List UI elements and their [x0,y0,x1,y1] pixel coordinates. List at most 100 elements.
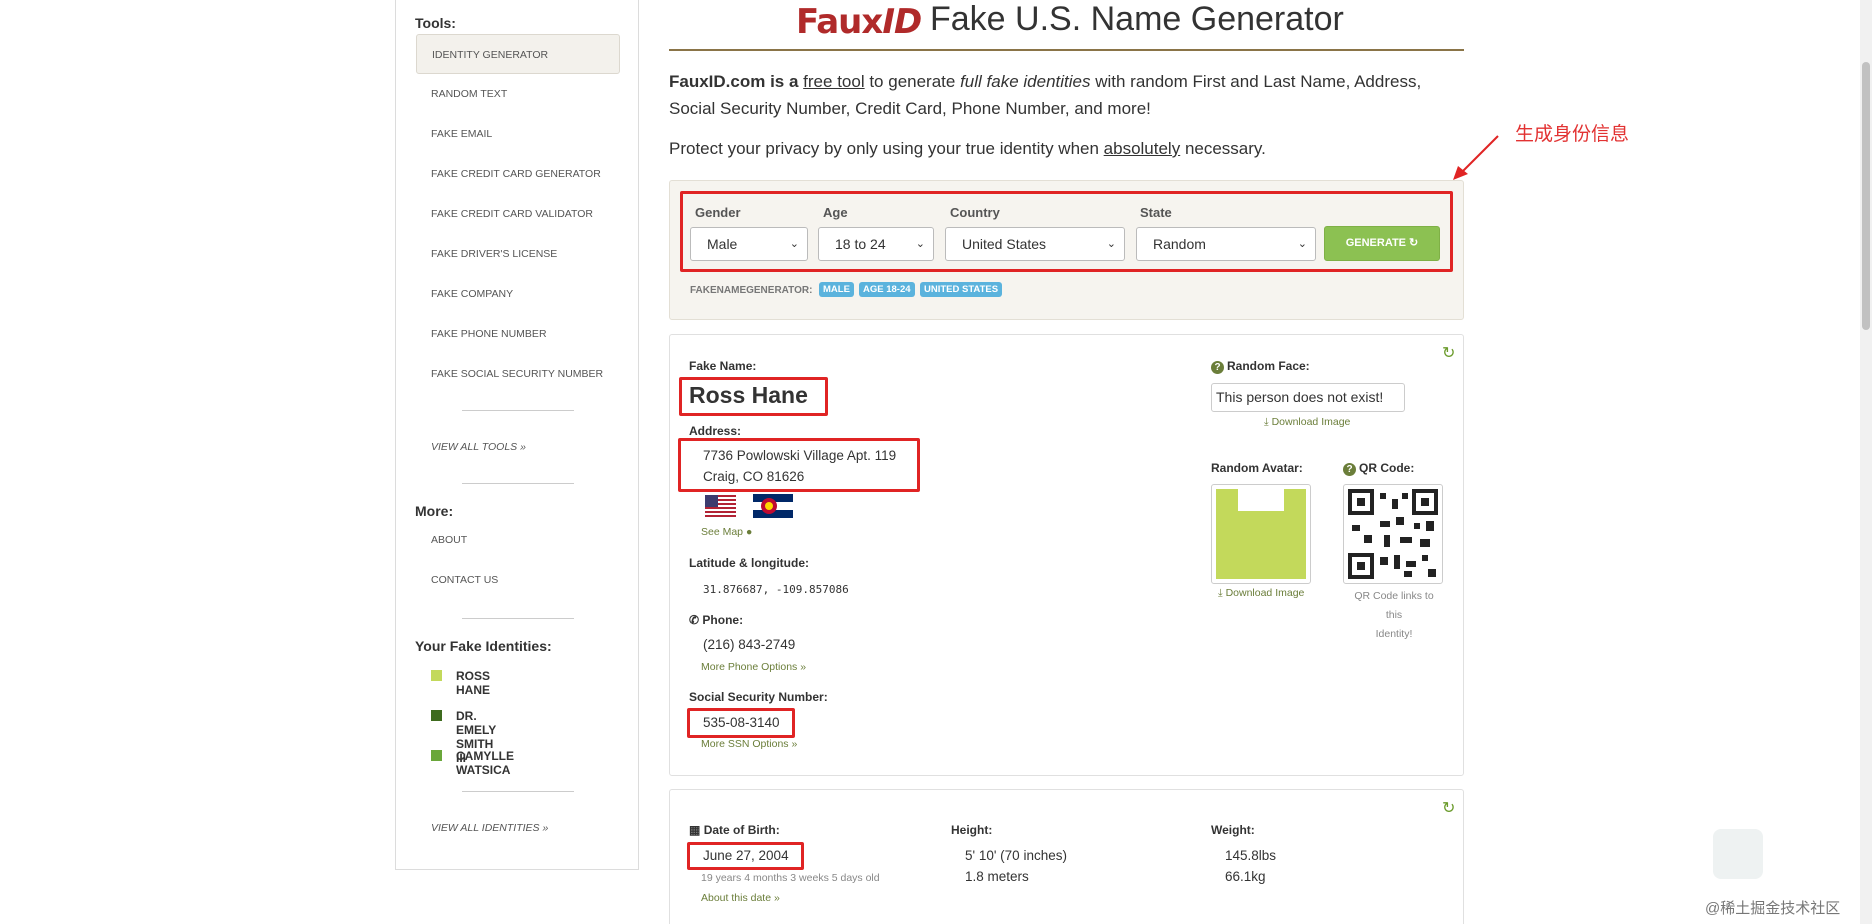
tools-heading: Tools: [415,15,456,31]
chevron-down-icon: ⌄ [1106,238,1116,250]
identities-heading: Your Fake Identities: [415,638,552,654]
country-label: Country [950,205,1000,220]
age-detail: 19 years 4 months 3 weeks 5 days old [701,872,880,884]
state-label: State [1140,205,1172,220]
fauxid-logo[interactable]: FauxID [796,2,922,42]
question-icon: ? [1211,361,1224,374]
divider [462,618,574,619]
chevron-down-icon: ⌄ [915,238,925,250]
address-line-2: Craig, CO 81626 [703,469,805,484]
map-marker-icon: ● [745,526,753,538]
random-face-image: This person does not exist! [1211,383,1405,412]
height-label: Height: [951,823,993,837]
qr-code-label: ? QR Code: [1343,461,1414,476]
calendar-icon: ▦ [689,823,701,837]
divider [462,483,574,484]
qr-code-image [1343,484,1443,584]
about-date-link[interactable]: About this date » [701,892,780,904]
see-map-link[interactable]: See Map ● [701,526,752,538]
view-all-tools-link[interactable]: VIEW ALL TOOLS » [431,441,526,453]
sidebar-item-about[interactable]: ABOUT [416,520,620,560]
generate-button[interactable]: GENERATE ↻ [1324,226,1440,261]
sidebar-item-random-text[interactable]: RANDOM TEXT [416,74,620,114]
sidebar-item-fake-company[interactable]: FAKE COMPANY [416,274,620,314]
height-meters: 1.8 meters [965,869,1029,884]
badge-country: UNITED STATES [920,282,1003,297]
identity-color-swatch [431,670,442,681]
sidebar-item-fake-credit-card-validator[interactable]: FAKE CREDIT CARD VALIDATOR [416,194,620,234]
state-select[interactable]: Random ⌄ [1136,227,1316,261]
fng-label: FAKENAMEGENERATOR: [690,285,813,296]
sidebar-item-identity-generator[interactable]: IDENTITY GENERATOR [416,34,620,74]
sidebar-item-fake-phone-number[interactable]: FAKE PHONE NUMBER [416,314,620,354]
divider [462,410,574,411]
view-all-identities-link[interactable]: VIEW ALL IDENTITIES » [431,822,548,834]
scrollbar-thumb[interactable] [1862,62,1870,330]
details-card: ↻ ▦ Date of Birth: June 27, 2004 19 year… [669,789,1464,924]
refresh-icon[interactable]: ↻ [1442,798,1455,818]
download-icon: ⤓ [1218,587,1223,599]
more-heading: More: [415,503,454,519]
download-face-link[interactable]: ⤓ Download Image [1264,416,1350,429]
fake-name-label: Fake Name: [689,359,757,373]
address-line-1: 7736 Powlowski Village Apt. 119 [703,448,897,463]
sidebar-item-contact-us[interactable]: CONTACT US [416,560,620,600]
phone-icon: ✆ [689,613,700,627]
identity-label: CAMYLLE WATSICA [456,749,514,777]
badge-gender: MALE [819,282,854,297]
colorado-flag-icon [753,494,793,518]
random-avatar-label: Random Avatar: [1211,461,1303,475]
height-feet: 5' 10' (70 inches) [965,848,1067,863]
badge-age: AGE 18-24 [859,282,915,297]
absolutely-link[interactable]: absolutely [1104,139,1181,158]
latlng-value: 31.876687, -109.857086 [703,583,849,596]
watermark-text: @稀土掘金技术社区 [1705,900,1841,917]
chevron-down-icon: ⌄ [1297,238,1307,250]
ssn-label: Social Security Number: [689,690,828,704]
latlng-label: Latitude & longitude: [689,556,809,570]
sidebar: Tools: IDENTITY GENERATOR RANDOM TEXT FA… [395,0,639,870]
divider [462,791,574,792]
avatar-image [1211,484,1311,584]
weight-kg: 66.1kg [1225,869,1266,884]
annotation-arrow-icon [1453,135,1499,180]
us-flag-icon [705,495,736,517]
intro-paragraph: FauxID.com is a free tool to generate fu… [669,72,1422,118]
download-avatar-link[interactable]: ⤓ Download Image [1218,587,1304,600]
sidebar-item-fake-credit-card-generator[interactable]: FAKE CREDIT CARD GENERATOR [416,154,620,194]
free-tool-link[interactable]: free tool [803,72,864,91]
fake-name: Ross Hane [689,382,808,408]
more-phone-link[interactable]: More Phone Options » [701,661,806,673]
gender-select[interactable]: Male ⌄ [690,227,808,261]
download-icon: ⤓ [1264,416,1269,428]
identity-color-swatch [431,710,442,721]
weight-label: Weight: [1211,823,1255,837]
sidebar-item-fake-ssn[interactable]: FAKE SOCIAL SECURITY NUMBER [416,354,620,394]
age-select[interactable]: 18 to 24 ⌄ [818,227,934,261]
country-select[interactable]: United States ⌄ [945,227,1125,261]
qr-code-note: QR Code links to this Identity! [1354,590,1434,640]
gender-label: Gender [695,205,741,220]
weight-lbs: 145.8lbs [1225,848,1277,863]
identity-card: ↻ Fake Name: Ross Hane Address: 7736 Pow… [669,334,1464,776]
question-icon: ? [1343,463,1356,476]
dob-value: June 27, 2004 [703,848,789,863]
scrollbar[interactable] [1860,0,1872,924]
privacy-paragraph: Protect your privacy by only using your … [669,139,1266,158]
more-ssn-link[interactable]: More SSN Options » [701,738,797,750]
age-label: Age [823,205,848,220]
watermark-logo-icon [1713,829,1763,879]
sidebar-item-fake-drivers-license[interactable]: FAKE DRIVER'S LICENSE [416,234,620,274]
phone-value: (216) 843-2749 [703,637,796,652]
header-rule [669,49,1464,51]
page-title: Fake U.S. Name Generator [930,0,1344,38]
address-label: Address: [689,424,742,438]
identity-label: ROSS HANE [456,669,491,697]
sidebar-item-fake-email[interactable]: FAKE EMAIL [416,114,620,154]
phone-label: ✆ Phone: [689,613,744,627]
ssn-value: 535-08-3140 [703,715,780,730]
qr-code-icon [1348,489,1438,579]
generator-form: Gender Male ⌄ Age 18 to 24 ⌄ Country Unite… [669,180,1464,320]
refresh-icon[interactable]: ↻ [1442,343,1455,363]
identity-color-swatch [431,750,442,761]
